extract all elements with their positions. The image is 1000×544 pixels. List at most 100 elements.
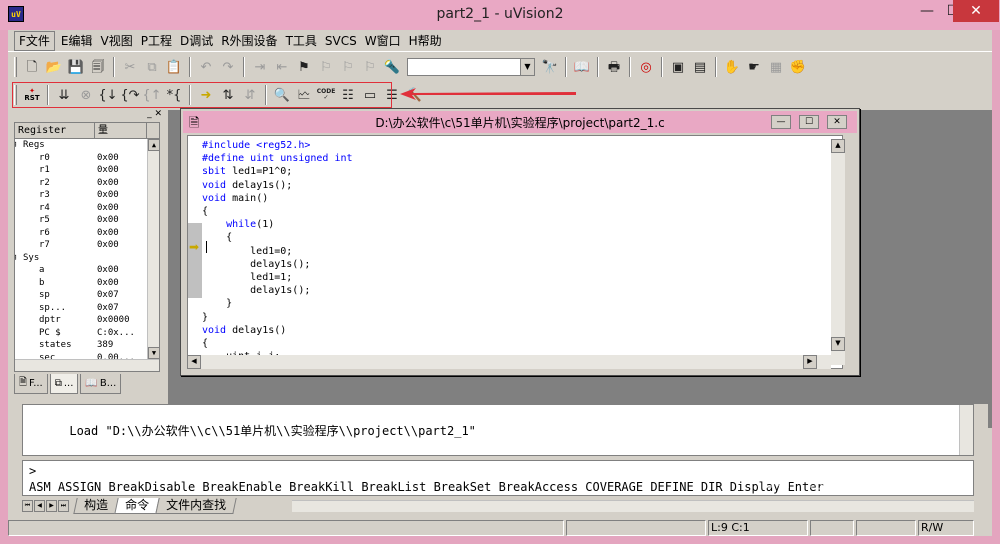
menu-item-6[interactable]: T工具	[282, 30, 321, 52]
register-vertical-scrollbar[interactable]: ▲ ▼	[147, 139, 159, 359]
code-line[interactable]: }	[202, 311, 208, 324]
register-row[interactable]: b 0x00	[15, 277, 159, 290]
register-row[interactable]: r2 0x00	[15, 177, 159, 190]
editor-title-bar[interactable]: 🗎 D:\办公软件\c\51单片机\实验程序\project\part2_1.c…	[183, 111, 857, 133]
code-line[interactable]: led1=1;	[202, 271, 292, 284]
register-row[interactable]: PC $ C:0x...	[15, 327, 159, 340]
register-horizontal-scrollbar[interactable]	[15, 359, 159, 371]
register-row[interactable]: ⊟ Sys	[15, 252, 159, 265]
scroll-up-icon[interactable]: ▲	[831, 139, 845, 153]
menu-item-3[interactable]: P工程	[137, 30, 176, 52]
menu-item-9[interactable]: H帮助	[405, 30, 446, 52]
prev-bookmark-icon[interactable]: ⚐	[338, 57, 358, 77]
value-column-header[interactable]: 量	[95, 123, 147, 138]
output-scrollbar[interactable]	[959, 405, 973, 455]
scroll-up-icon[interactable]: ▲	[148, 139, 159, 151]
memory-icon[interactable]: ▦	[766, 57, 786, 77]
code-line[interactable]: {	[202, 205, 208, 218]
close-button[interactable]: ✕	[953, 0, 999, 22]
paste-icon[interactable]: 📋	[164, 57, 184, 77]
save-icon[interactable]: 💾	[66, 57, 86, 77]
register-row[interactable]: states 389	[15, 339, 159, 352]
register-row[interactable]: r5 0x00	[15, 214, 159, 227]
output-log[interactable]: Load "D:\\办公软件\\c\\51单片机\\实验程序\\project\…	[22, 404, 974, 456]
menu-item-4[interactable]: D调试	[176, 30, 217, 52]
register-row[interactable]: r1 0x00	[15, 164, 159, 177]
editor-close-button[interactable]: ✕	[827, 115, 847, 129]
editor-maximize-button[interactable]: ☐	[799, 115, 819, 129]
menu-item-5[interactable]: R外围设备	[217, 30, 281, 52]
outdent-icon[interactable]: ⇤	[272, 57, 292, 77]
register-row[interactable]: sp... 0x07	[15, 302, 159, 315]
register-row[interactable]: a 0x00	[15, 264, 159, 277]
hand-icon[interactable]: ✋	[722, 57, 742, 77]
code-line[interactable]: delay1s();	[202, 284, 310, 297]
new-file-icon[interactable]: 🗋	[22, 57, 42, 77]
scroll-down-icon[interactable]: ▼	[148, 347, 159, 359]
cursor-icon[interactable]: ☛	[744, 57, 764, 77]
menu-item-2[interactable]: V视图	[97, 30, 137, 52]
first-tab-icon[interactable]: ⏮	[22, 500, 33, 512]
register-row[interactable]: r6 0x00	[15, 227, 159, 240]
code-line[interactable]: void main()	[202, 192, 268, 205]
register-column-header[interactable]: Register	[15, 123, 95, 138]
output-tab-0[interactable]: 构造	[73, 498, 119, 514]
menu-item-7[interactable]: SVCS	[321, 30, 361, 52]
code-line[interactable]: #define uint unsigned int	[202, 152, 353, 165]
indent-icon[interactable]: ⇥	[250, 57, 270, 77]
code-line[interactable]: #include <reg52.h>	[202, 139, 310, 152]
register-row[interactable]: r0 0x00	[15, 152, 159, 165]
prev-tab-icon[interactable]: ◀	[34, 500, 45, 512]
output-tab-1[interactable]: 命令	[114, 498, 160, 514]
cut-icon[interactable]: ✂	[120, 57, 140, 77]
code-line[interactable]: {	[202, 337, 208, 350]
code-line[interactable]: }	[202, 297, 232, 310]
menu-item-1[interactable]: E编辑	[57, 30, 97, 52]
menu-item-0[interactable]: F文件	[14, 30, 55, 51]
collapse-icon[interactable]: ⊟	[15, 252, 16, 265]
print-icon[interactable]: 🖶	[604, 57, 624, 77]
code-editor[interactable]: ➡ #include <reg52.h> #define uint unsigne…	[187, 135, 843, 369]
collapse-icon[interactable]: ⊟	[15, 139, 16, 152]
project-tab-1[interactable]: ⧉...	[49, 374, 79, 394]
scroll-right-icon[interactable]: ▶	[803, 355, 817, 369]
code-line[interactable]: sbit led1=P1^0;	[202, 165, 292, 178]
code-line[interactable]: delay1s();	[202, 258, 310, 271]
workspace-icon[interactable]: ▣	[668, 57, 688, 77]
output-tab-2[interactable]: 文件内查找	[155, 498, 237, 514]
chevron-down-icon[interactable]: ▼	[520, 59, 534, 75]
scroll-down-icon[interactable]: ▼	[831, 337, 845, 351]
serial-icon[interactable]: ✊	[788, 57, 808, 77]
editor-minimize-button[interactable]: —	[771, 115, 791, 129]
output-window-icon[interactable]: ▤	[690, 57, 710, 77]
last-tab-icon[interactable]: ⏭	[58, 500, 69, 512]
books-icon[interactable]: 📖	[572, 57, 592, 77]
redo-icon[interactable]: ↷	[218, 57, 238, 77]
undo-icon[interactable]: ↶	[196, 57, 216, 77]
register-row[interactable]: r7 0x00	[15, 239, 159, 252]
register-tree[interactable]: Register 量 ⊟ Regs r0 0x00 r1 0x00 r2 0x00 r3 0x00…	[14, 122, 160, 372]
clear-bookmark-icon[interactable]: ⚐	[360, 57, 380, 77]
code-line[interactable]: while(1)	[202, 218, 274, 231]
project-tab-2[interactable]: 📖 B...	[80, 374, 122, 394]
code-line[interactable]: void delay1s()	[202, 324, 286, 337]
register-row[interactable]: sp 0x07	[15, 289, 159, 302]
next-tab-icon[interactable]: ▶	[46, 500, 57, 512]
code-line[interactable]: led1=0;	[202, 245, 292, 258]
menu-item-8[interactable]: W窗口	[361, 30, 405, 52]
find-icon[interactable]: 🔭	[540, 57, 560, 77]
editor-horizontal-scrollbar[interactable]: ◀ ▶	[187, 355, 831, 369]
toolbar-grip[interactable]	[14, 57, 17, 77]
panel-close-icon[interactable]: _ ✕	[147, 109, 162, 119]
register-row[interactable]: ⊟ Regs	[15, 139, 159, 152]
copy-icon[interactable]: ⧉	[142, 57, 162, 77]
scroll-left-icon[interactable]: ◀	[187, 355, 201, 369]
debug-session-icon[interactable]: ◎	[636, 57, 656, 77]
command-area[interactable]: > ASM ASSIGN BreakDisable BreakEnable Br…	[22, 460, 974, 496]
editor-vertical-scrollbar[interactable]: ▲ ▼	[831, 139, 845, 365]
find-in-files-icon[interactable]: 🔦	[382, 57, 402, 77]
register-row[interactable]: r4 0x00	[15, 202, 159, 215]
register-row[interactable]: dptr 0x0000	[15, 314, 159, 327]
register-row[interactable]: r3 0x00	[15, 189, 159, 202]
code-line[interactable]: void delay1s();	[202, 179, 292, 192]
